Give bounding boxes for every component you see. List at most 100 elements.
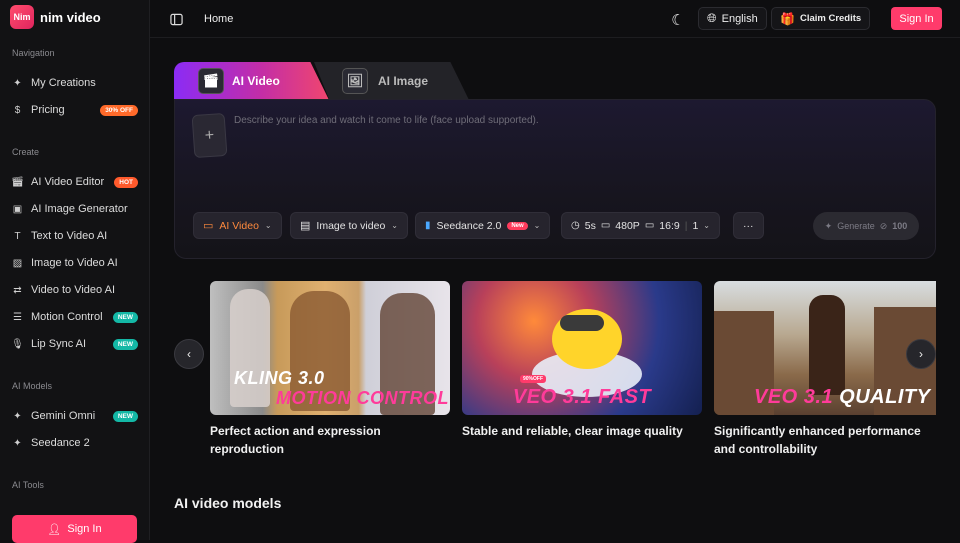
sidebar-item-label: Image to Video AI bbox=[31, 257, 118, 269]
sidebar-item-ai-video-editor[interactable]: 🎬︎ AI Video Editor HOT bbox=[11, 173, 138, 191]
chevron-right-icon: › bbox=[919, 347, 923, 361]
sparkles-icon: ✦ bbox=[13, 77, 22, 89]
breadcrumb[interactable]: Home bbox=[204, 11, 233, 27]
clock-icon: ◷ bbox=[571, 220, 580, 231]
card-description: Stable and reliable, clear image quality bbox=[462, 424, 683, 438]
generate-button[interactable]: ✦ Generate ⊘ 100 bbox=[813, 212, 919, 240]
type-select[interactable]: ▤ Image to video ⌄ bbox=[290, 212, 408, 239]
carousel-card[interactable]: 90%OFF VEO 3.1 FAST Stable and reliable,… bbox=[462, 281, 702, 440]
card-title: VEO 3.1 FAST bbox=[512, 386, 652, 408]
sidebar-item-label: Seedance 2 bbox=[31, 437, 90, 449]
dark-mode-toggle[interactable]: ☾ bbox=[668, 10, 688, 30]
more-options-button[interactable]: ··· bbox=[733, 212, 764, 239]
sidebar-item-motion-control[interactable]: ☰ Motion Control NEW bbox=[12, 308, 138, 326]
duration-value: 5s bbox=[584, 219, 596, 232]
top-bar: Home ☾ 🌐︎ English 🎁 Claim Credits Sign I… bbox=[150, 0, 960, 38]
discount-tag: 90%OFF bbox=[520, 375, 547, 383]
chevron-down-icon: ⌄ bbox=[391, 221, 398, 230]
carousel-card[interactable]: VEO 3.1 QUALITY Significantly enhanced p… bbox=[714, 281, 936, 458]
swap-icon: ⇄ bbox=[13, 284, 22, 296]
top-sign-in-button[interactable]: Sign In bbox=[891, 7, 942, 30]
monitor-icon: ▭ bbox=[600, 220, 611, 231]
card-subtitle: QUALITY bbox=[839, 386, 931, 408]
generate-cost: 100 bbox=[892, 221, 908, 231]
language-selector[interactable]: 🌐︎ English bbox=[698, 7, 767, 30]
claim-credits-label: Claim Credits bbox=[799, 13, 862, 24]
chevron-left-icon: ‹ bbox=[187, 347, 191, 361]
sidebar-item-ai-image-generator[interactable]: ▣ AI Image Generator bbox=[12, 200, 138, 218]
ai-image-thumb-icon: 🖼︎ bbox=[342, 68, 368, 94]
card-title: KLING 3.0 bbox=[234, 368, 325, 388]
new-badge: NEW bbox=[112, 311, 138, 323]
card-image: VEO 3.1 QUALITY bbox=[714, 281, 936, 415]
tab-ai-image[interactable]: 🖼︎ AI Image bbox=[314, 62, 469, 100]
card-description: Significantly enhanced performance and c… bbox=[714, 424, 921, 456]
sidebar-item-label: Pricing bbox=[31, 104, 65, 116]
globe-icon: 🌐︎ bbox=[707, 11, 717, 25]
sidebar-item-image-to-video[interactable]: ▨ Image to Video AI bbox=[12, 254, 138, 272]
gift-icon: 🎁 bbox=[780, 11, 795, 26]
sidebar-item-gemini-omni[interactable]: ✦ Gemini Omni NEW bbox=[12, 407, 138, 425]
sidebar-toggle-icon[interactable] bbox=[168, 11, 184, 27]
section-label-ai-models: AI Models bbox=[12, 381, 53, 391]
sidebar-item-label: AI Image Generator bbox=[31, 203, 128, 215]
section-title: AI video models bbox=[174, 495, 282, 511]
moon-icon: ☾ bbox=[671, 12, 685, 29]
bar-chart-icon: ▮ bbox=[425, 220, 431, 231]
sidebar-item-pricing[interactable]: $ Pricing 30% OFF bbox=[12, 101, 138, 119]
sidebar-item-label: My Creations bbox=[31, 77, 96, 89]
sparkles-icon: ✦ bbox=[13, 437, 22, 449]
prompt-input[interactable]: Describe your idea and watch it come to … bbox=[234, 115, 539, 126]
sign-in-label: Sign In bbox=[67, 523, 102, 535]
sidebar-item-label: Video to Video AI bbox=[31, 284, 115, 296]
sidebar-item-seedance-2[interactable]: ✦ Seedance 2 bbox=[12, 434, 138, 452]
chevron-down-icon: ⌄ bbox=[533, 221, 541, 230]
hot-badge: HOT bbox=[114, 176, 138, 188]
mic-icon: 🎙︎ bbox=[11, 338, 24, 350]
new-badge: New bbox=[507, 221, 528, 230]
clapperboard-icon: ▤ bbox=[300, 220, 311, 232]
model-select[interactable]: ▮ Seedance 2.0 New ⌄ bbox=[415, 212, 551, 239]
plus-icon: + bbox=[204, 126, 215, 144]
carousel-card[interactable]: KLING 3.0 MOTION CONTROL Perfect action … bbox=[210, 281, 450, 458]
mode-select[interactable]: ▭ AI Video ⌄ bbox=[193, 212, 282, 239]
sidebar-item-label: AI Video Editor bbox=[31, 176, 105, 188]
section-label-navigation: Navigation bbox=[12, 48, 55, 58]
carousel-next-button[interactable]: › bbox=[906, 339, 936, 369]
ratio-icon: ▭ bbox=[644, 220, 655, 231]
section-label-create: Create bbox=[12, 147, 40, 157]
model-value: Seedance 2.0 bbox=[436, 219, 502, 232]
sidebar-item-lip-sync[interactable]: 🎙︎ Lip Sync AI NEW bbox=[11, 335, 138, 353]
count-value: 1 bbox=[692, 219, 699, 232]
sidebar-item-label: Motion Control bbox=[31, 311, 103, 323]
sidebar-item-text-to-video[interactable]: T Text to Video AI bbox=[12, 227, 138, 245]
tab-ai-video[interactable]: 🎬︎ AI Video bbox=[174, 62, 329, 100]
settings-select[interactable]: ◷ 5s ▭ 480P ▭ 16:9 | 1 ⌄ bbox=[561, 212, 720, 239]
mode-value: AI Video bbox=[219, 219, 259, 232]
ratio-value: 16:9 bbox=[659, 219, 680, 232]
carousel-prev-button[interactable]: ‹ bbox=[174, 339, 204, 369]
logo-mark: Nim bbox=[10, 5, 34, 29]
claim-credits-button[interactable]: 🎁 Claim Credits bbox=[771, 7, 871, 30]
tab-label: AI Video bbox=[232, 74, 280, 88]
sparkles-icon: ✦ bbox=[824, 220, 833, 231]
image-sparkle-icon: ▣ bbox=[12, 203, 23, 215]
card-title: VEO 3.1 bbox=[754, 386, 834, 408]
tab-label: AI Image bbox=[378, 74, 429, 88]
app-name: nim video bbox=[40, 9, 101, 25]
app-logo[interactable]: Nim nim video bbox=[10, 5, 101, 29]
sidebar-item-video-to-video[interactable]: ⇄ Video to Video AI bbox=[12, 281, 138, 299]
type-value: Image to video bbox=[316, 219, 386, 232]
sliders-icon: ☰ bbox=[13, 311, 22, 323]
dollar-icon: $ bbox=[14, 104, 21, 116]
sidebar-item-my-creations[interactable]: ✦ My Creations bbox=[12, 74, 138, 92]
mode-tabs: 🖼︎ AI Image 🎬︎ AI Video bbox=[174, 62, 474, 100]
sidebar-item-label: Gemini Omni bbox=[31, 410, 96, 422]
card-title-group: VEO 3.1 QUALITY bbox=[714, 386, 936, 409]
new-badge: NEW bbox=[112, 410, 138, 422]
sidebar-sign-in-button[interactable]: 👤︎ Sign In bbox=[12, 515, 137, 543]
chevron-down-icon: ⌄ bbox=[703, 221, 710, 230]
card-description: Perfect action and expression reproducti… bbox=[210, 424, 381, 456]
section-label-ai-tools: AI Tools bbox=[12, 480, 44, 490]
upload-image-button[interactable]: + bbox=[191, 112, 228, 159]
